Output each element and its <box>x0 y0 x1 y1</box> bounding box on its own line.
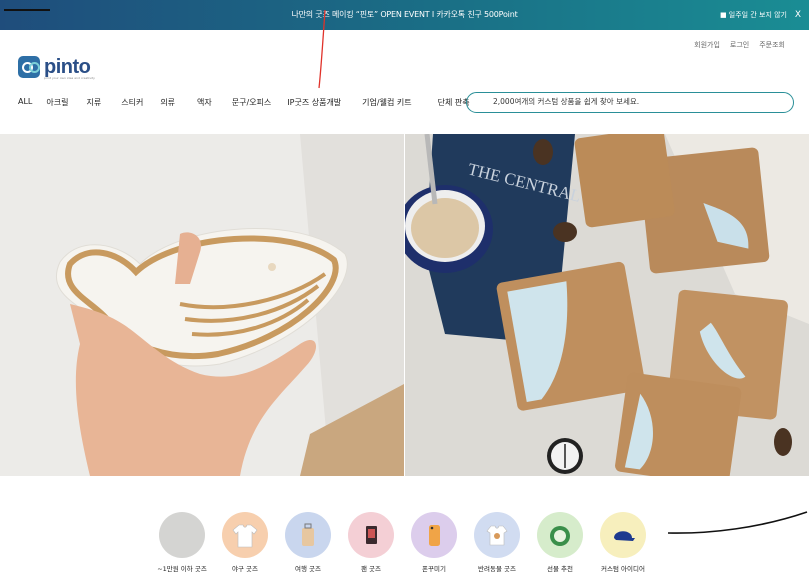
category-label: 폰꾸미기 <box>422 565 446 573</box>
logo-wordmark: pinto <box>44 56 91 78</box>
nav-item-apparel[interactable]: 의류 <box>160 97 175 108</box>
category-custom-ideas[interactable]: 커스텀 아이디어 <box>599 512 647 573</box>
annotation-swoosh <box>667 511 808 534</box>
promo-bar: 나만의 굿즈 메이킹 “핀토” OPEN EVENT I 카카오톡 친구 500… <box>0 0 809 30</box>
site-logo[interactable]: pinto print your own idea and creativity <box>18 56 95 80</box>
logo-mark-icon <box>18 56 40 78</box>
annotation-stroke <box>4 9 50 11</box>
logo-tagline: print your own idea and creativity <box>44 76 95 80</box>
nav-item-paper[interactable]: 지류 <box>86 97 101 108</box>
cap-icon <box>600 512 646 558</box>
category-pet-goods[interactable]: 반려동물 굿즈 <box>473 512 521 573</box>
pet-shirt-icon <box>474 512 520 558</box>
hero-banner-right[interactable]: THE CENTRAL FELLS <box>405 134 809 476</box>
gift-icon <box>537 512 583 558</box>
search-input[interactable]: 2,000여개의 커스텀 상품을 쉽게 찾아 보세요. <box>466 92 794 113</box>
photocard-icon <box>348 512 394 558</box>
nav-item-acrylic[interactable]: 아크릴 <box>46 97 68 108</box>
hero-banner-left[interactable] <box>0 134 404 476</box>
category-label: 선물 추천 <box>547 565 573 573</box>
login-link[interactable]: 로그인 <box>730 40 749 50</box>
nav-item-ip-goods[interactable]: IP굿즈 상품개발 <box>287 97 341 108</box>
jersey-icon <box>222 512 268 558</box>
phone-case-icon <box>411 512 457 558</box>
blank-icon <box>159 512 205 558</box>
order-lookup-link[interactable]: 주문조회 <box>759 40 785 50</box>
nav-item-corporate-kit[interactable]: 기업/웰컴 키트 <box>362 97 411 108</box>
category-gift-picks[interactable]: 선물 추천 <box>536 512 584 573</box>
category-label: 팬 굿즈 <box>360 565 381 573</box>
category-label: 여행 굿즈 <box>295 565 321 573</box>
category-list: ~1만원 이하 굿즈 야구 굿즈 여행 굿즈 팬 굿즈 폰꾸미기 반려동물 굿즈 <box>157 512 647 573</box>
nav-item-stationery[interactable]: 문구/오피스 <box>232 97 272 108</box>
category-under-10k[interactable]: ~1만원 이하 굿즈 <box>157 512 207 573</box>
nav-item-sticker[interactable]: 스티커 <box>121 97 143 108</box>
category-travel[interactable]: 여행 굿즈 <box>284 512 332 573</box>
search-placeholder: 2,000여개의 커스텀 상품을 쉽게 찾아 보세요. <box>493 97 640 106</box>
category-label: ~1만원 이하 굿즈 <box>157 565 207 573</box>
category-phone-deco[interactable]: 폰꾸미기 <box>410 512 458 573</box>
signup-link[interactable]: 회원가입 <box>694 40 720 50</box>
category-baseball[interactable]: 야구 굿즈 <box>221 512 269 573</box>
utility-links: 회원가입 로그인 주문조회 <box>694 40 785 50</box>
category-label: 야구 굿즈 <box>232 565 258 573</box>
whale-tray-image <box>0 134 404 476</box>
nav-item-group-promo[interactable]: 단체 판촉 <box>438 97 470 108</box>
category-label: 커스텀 아이디어 <box>601 565 645 573</box>
dismiss-week-checkbox[interactable]: ■ 일주일 간 보지 않기 <box>720 0 787 30</box>
main-nav: ALL 아크릴 지류 스티커 의류 액자 문구/오피스 IP굿즈 상품개발 기업… <box>18 97 470 108</box>
map-coasters-image: THE CENTRAL FELLS <box>405 134 809 476</box>
close-promo-button[interactable]: X <box>795 0 801 30</box>
luggage-icon <box>285 512 331 558</box>
nav-item-frame[interactable]: 액자 <box>197 97 212 108</box>
nav-item-all[interactable]: ALL <box>18 97 32 108</box>
category-fan-goods[interactable]: 팬 굿즈 <box>347 512 395 573</box>
promo-text[interactable]: 나만의 굿즈 메이킹 “핀토” OPEN EVENT I 카카오톡 친구 500… <box>0 0 809 30</box>
category-label: 반려동물 굿즈 <box>478 565 516 573</box>
